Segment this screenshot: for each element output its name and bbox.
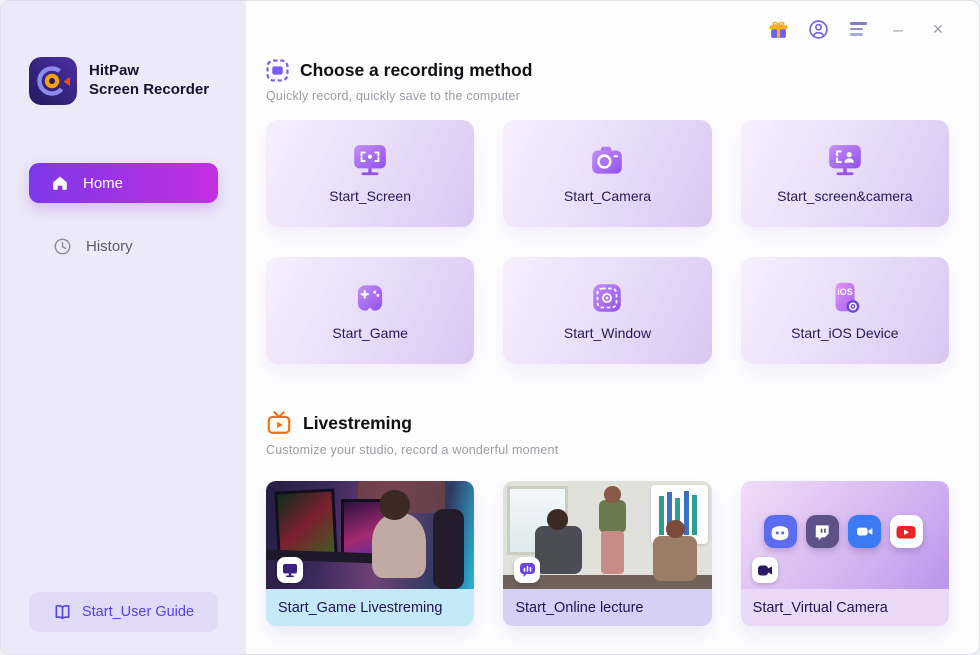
hitpaw-logo-icon bbox=[29, 57, 77, 105]
tv-livestream-icon bbox=[266, 410, 292, 436]
minimize-icon: – bbox=[893, 21, 902, 38]
open-book-icon bbox=[53, 603, 72, 622]
account-icon bbox=[808, 19, 829, 40]
svg-text:iOS: iOS bbox=[837, 287, 852, 297]
start-camera-card[interactable]: Start_Camera bbox=[503, 120, 711, 227]
screen-record-icon bbox=[351, 143, 389, 179]
livestream-section-title: Livestreming bbox=[303, 413, 412, 434]
game-livestream-card[interactable]: Start_Game Livestreming bbox=[266, 481, 474, 626]
home-icon bbox=[51, 174, 69, 192]
zoom-icon bbox=[848, 515, 881, 548]
video-camera-icon bbox=[757, 564, 773, 577]
app-name: HitPaw Screen Recorder bbox=[89, 62, 209, 100]
sidebar-item-home[interactable]: Home bbox=[29, 163, 218, 203]
app-logo-row: HitPaw Screen Recorder bbox=[29, 57, 218, 105]
game-livestream-photo bbox=[266, 481, 474, 589]
user-guide-button[interactable]: Start_User Guide bbox=[29, 592, 218, 632]
gift-icon bbox=[768, 19, 789, 40]
recording-card-grid: Start_Screen Start_Camera bbox=[266, 120, 949, 364]
online-lecture-card[interactable]: Start_Online lecture bbox=[503, 481, 711, 626]
start-screen-camera-label: Start_screen&camera bbox=[777, 188, 912, 204]
lecture-badge bbox=[514, 557, 540, 583]
sidebar-item-history[interactable]: History bbox=[29, 229, 218, 263]
close-button[interactable]: ✕ bbox=[927, 18, 949, 40]
lecture-chat-icon bbox=[519, 562, 536, 578]
minimize-button[interactable]: – bbox=[887, 18, 909, 40]
titlebar-controls: – ✕ bbox=[266, 1, 949, 53]
screen-capture-icon bbox=[266, 59, 289, 82]
discord-icon bbox=[764, 515, 797, 548]
start-ios-device-label: Start_iOS Device bbox=[791, 325, 898, 341]
livestream-card-grid: Start_Game Livestreming bbox=[266, 481, 949, 626]
virtual-camera-label: Start_Virtual Camera bbox=[741, 589, 949, 626]
start-screen-label: Start_Screen bbox=[329, 188, 411, 204]
game-livestream-label: Start_Game Livestreming bbox=[266, 589, 474, 626]
sidebar: HitPaw Screen Recorder Home History Star… bbox=[1, 1, 246, 654]
clock-icon bbox=[53, 237, 72, 256]
user-guide-label: Start_User Guide bbox=[82, 604, 194, 620]
sidebar-home-label: Home bbox=[83, 175, 123, 192]
online-lecture-label: Start_Online lecture bbox=[503, 589, 711, 626]
sidebar-spacer bbox=[29, 263, 218, 592]
game-record-icon bbox=[351, 280, 389, 316]
recording-section-subtitle: Quickly record, quickly save to the comp… bbox=[266, 89, 949, 103]
monitor-icon bbox=[282, 563, 298, 578]
menu-button[interactable] bbox=[847, 18, 869, 40]
start-camera-label: Start_Camera bbox=[564, 188, 651, 204]
start-game-card[interactable]: Start_Game bbox=[266, 257, 474, 364]
livestream-section-subtitle: Customize your studio, record a wonderfu… bbox=[266, 443, 949, 457]
start-window-label: Start_Window bbox=[564, 325, 651, 341]
start-screen-card[interactable]: Start_Screen bbox=[266, 120, 474, 227]
virtual-camera-badge bbox=[752, 557, 778, 583]
window-record-icon bbox=[588, 280, 626, 316]
screen-camera-icon bbox=[826, 143, 864, 179]
online-lecture-photo bbox=[503, 481, 711, 589]
start-screen-camera-card[interactable]: Start_screen&camera bbox=[741, 120, 949, 227]
menu-icon bbox=[850, 22, 867, 35]
virtual-camera-card[interactable]: Start_Virtual Camera bbox=[741, 481, 949, 626]
youtube-icon bbox=[890, 515, 923, 548]
sidebar-history-label: History bbox=[86, 238, 133, 255]
ios-device-icon: iOS bbox=[826, 280, 864, 316]
main-content: – ✕ Choose a recording method Quickly re… bbox=[246, 1, 979, 654]
monitor-badge bbox=[277, 557, 303, 583]
recording-section-header: Choose a recording method bbox=[266, 59, 949, 82]
app-window: HitPaw Screen Recorder Home History Star… bbox=[0, 0, 980, 655]
virtual-camera-graphic bbox=[741, 481, 949, 589]
camera-record-icon bbox=[588, 143, 626, 179]
close-icon: ✕ bbox=[932, 22, 944, 36]
start-game-label: Start_Game bbox=[332, 325, 407, 341]
account-button[interactable] bbox=[807, 18, 829, 40]
start-window-card[interactable]: Start_Window bbox=[503, 257, 711, 364]
recording-section-title: Choose a recording method bbox=[300, 60, 532, 81]
gift-button[interactable] bbox=[767, 18, 789, 40]
livestream-section-header: Livestreming bbox=[266, 410, 949, 436]
twitch-icon bbox=[806, 515, 839, 548]
start-ios-device-card[interactable]: iOS Start_iOS Device bbox=[741, 257, 949, 364]
